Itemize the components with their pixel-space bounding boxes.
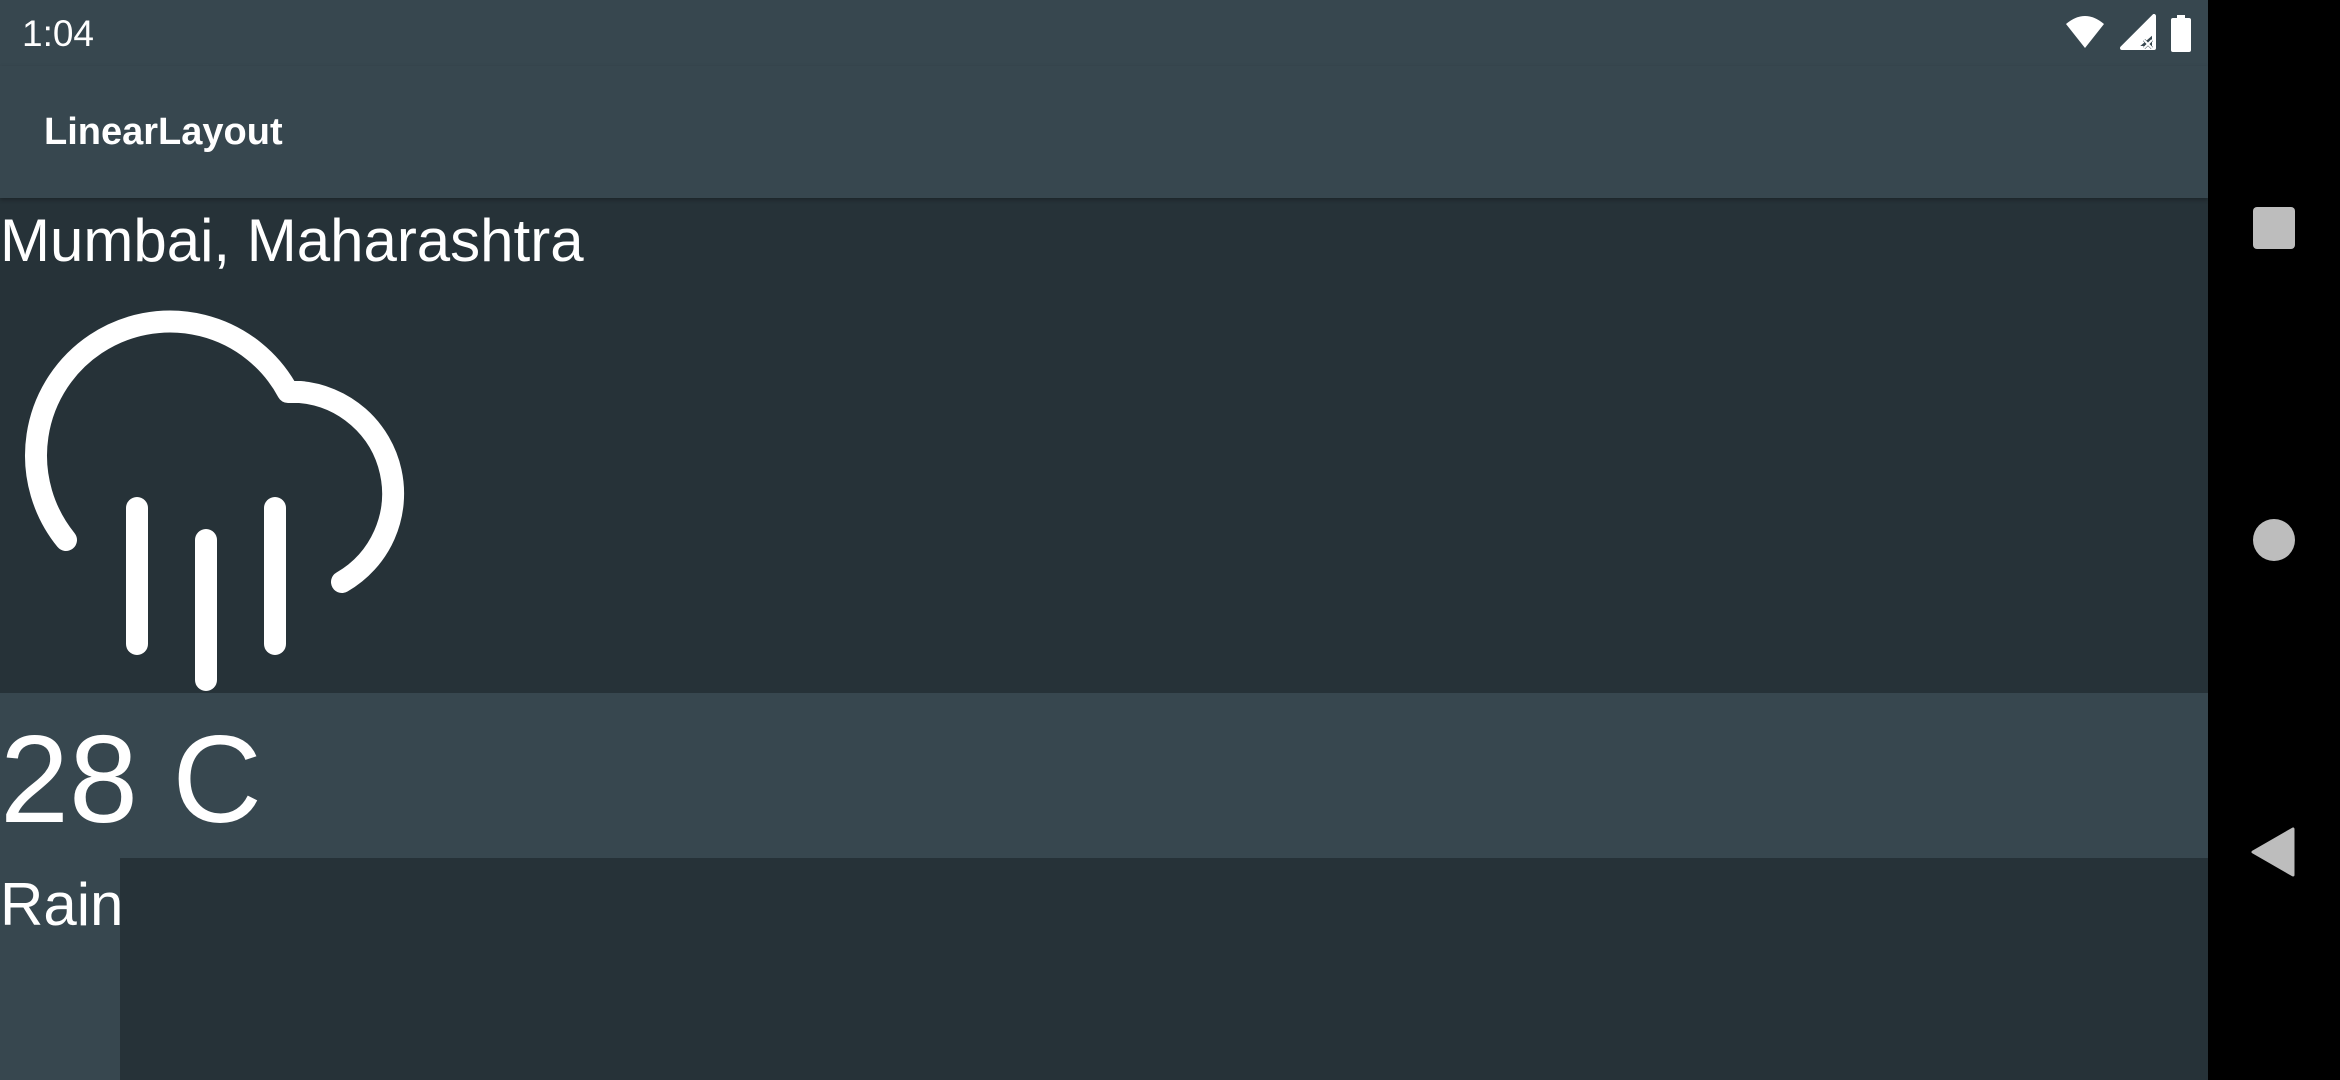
wifi-icon <box>2064 14 2106 54</box>
navigation-bar <box>2208 0 2340 1080</box>
home-button[interactable] <box>2244 510 2304 570</box>
condition-label: Rain <box>0 871 124 938</box>
circle-icon <box>2253 519 2295 561</box>
temperature-label: 28 C <box>0 711 262 849</box>
toolbar-title: LinearLayout <box>44 111 283 153</box>
temperature-band: 28 C <box>0 693 2208 858</box>
recents-button[interactable] <box>2244 198 2304 258</box>
status-bar: 1:04 <box>0 0 2208 66</box>
app-toolbar: LinearLayout <box>0 66 2208 198</box>
location-label: Mumbai, Maharashtra <box>0 207 584 274</box>
status-time: 1:04 <box>22 13 95 54</box>
back-button[interactable] <box>2244 822 2304 882</box>
square-icon <box>2253 207 2295 249</box>
cell-signal-icon <box>2120 14 2156 54</box>
weather-content: Mumbai, Maharashtra 28 C Rain <box>0 198 2208 1080</box>
back-triangle-icon <box>2251 827 2295 877</box>
condition-box: Rain <box>0 858 124 1080</box>
rain-cloud-icon <box>0 282 420 692</box>
app-screen: 1:04 LinearLayout Mumbai, Maharashtra 28… <box>0 0 2208 1080</box>
battery-icon <box>2170 14 2192 54</box>
status-icons <box>2064 14 2192 54</box>
